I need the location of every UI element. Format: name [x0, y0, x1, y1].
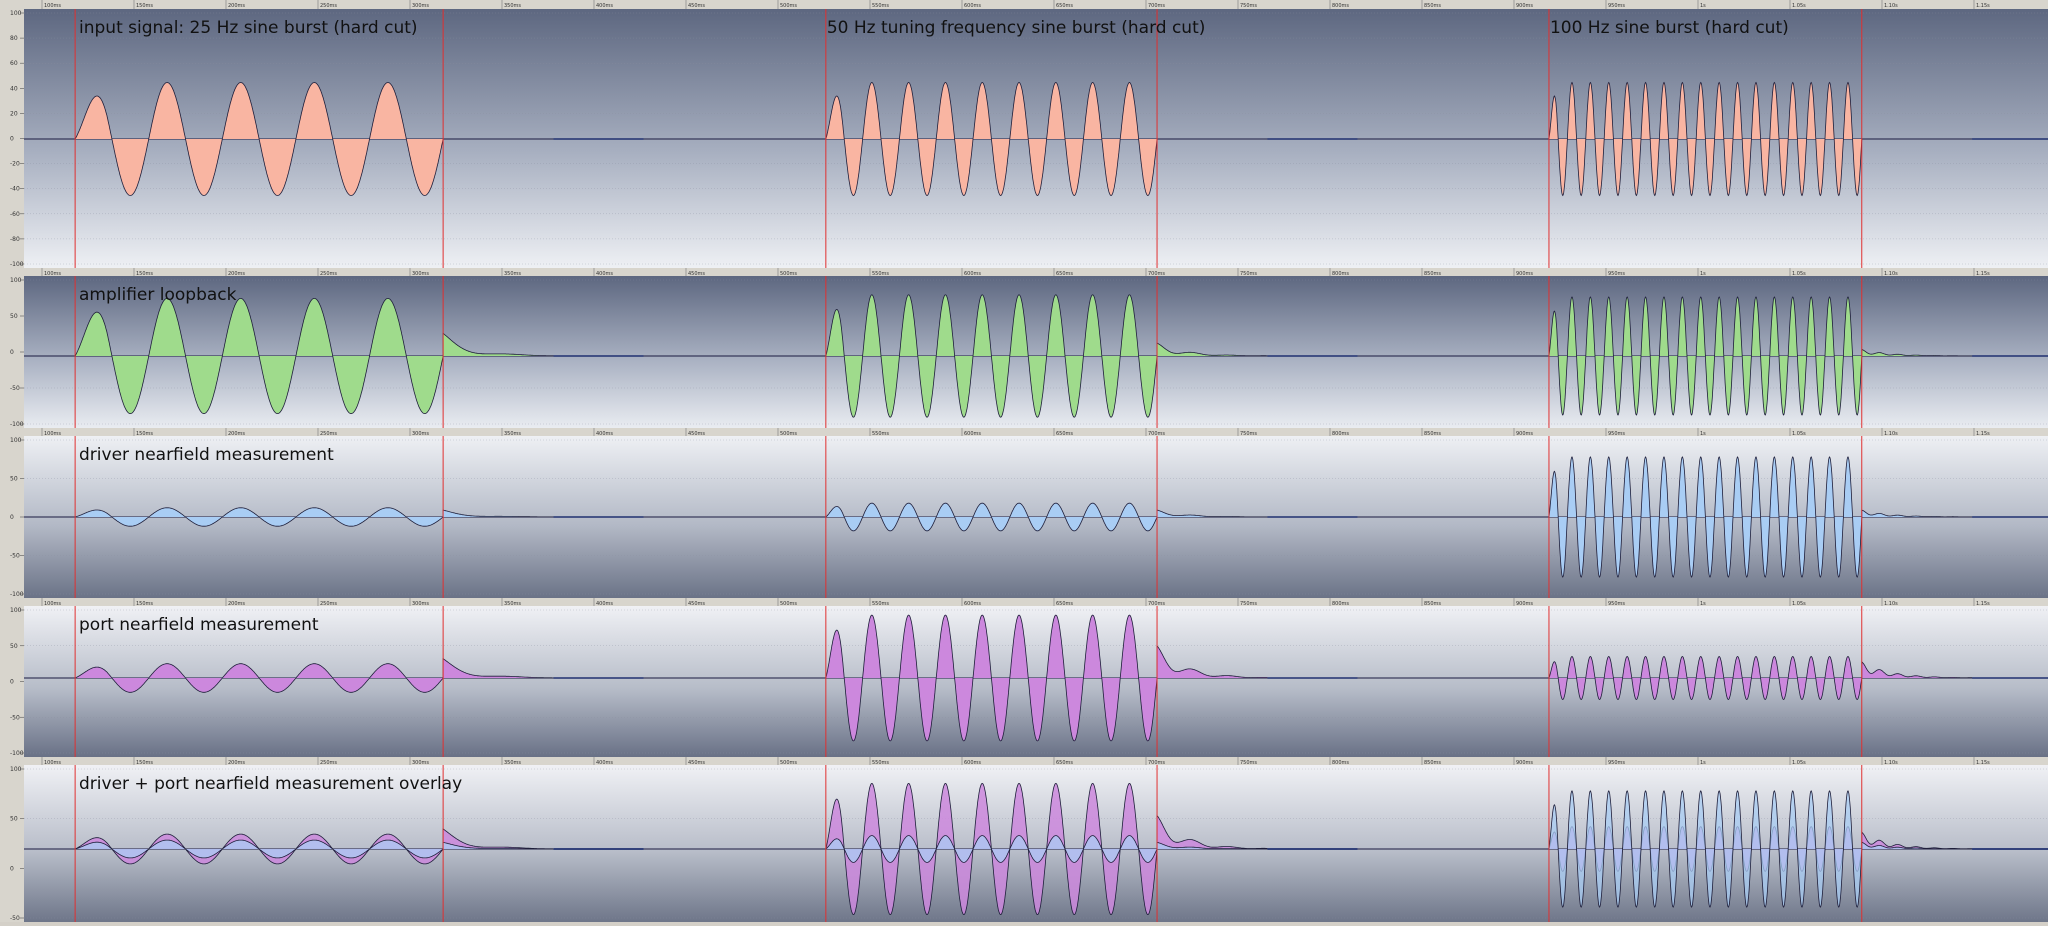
y-tick-label: 50	[10, 643, 18, 650]
y-tick-label: -100	[10, 750, 24, 757]
ruler-label: 500ms	[780, 3, 797, 9]
ruler-label: 550ms	[872, 3, 889, 9]
y-tick-label: 0	[10, 349, 14, 356]
y-tick-label: -50	[10, 385, 20, 392]
track-driver: 100ms 150ms 200ms 250ms 300ms 350ms 400ms 450ms…	[0, 428, 2048, 598]
y-tick-label: 40	[10, 85, 18, 92]
ruler-label: 1s	[1700, 3, 1706, 9]
time-ruler	[0, 0, 2048, 9]
y-tick-label: -50	[10, 714, 20, 721]
ruler-label: 200ms	[228, 3, 245, 9]
y-tick-label: 50	[10, 476, 18, 483]
y-tick-label: 50	[10, 313, 18, 320]
ruler-label: 250ms	[320, 3, 337, 9]
track-title: amplifier loopback	[79, 285, 237, 305]
track-title: driver nearfield measurement	[79, 445, 334, 465]
y-tick-label: 100	[10, 277, 22, 284]
y-tick-label: -50	[10, 553, 20, 560]
burst-label: 100 Hz sine burst (hard cut)	[1550, 18, 1789, 38]
y-tick-label: -100	[10, 421, 24, 428]
y-tick-label: 100	[10, 766, 22, 773]
ruler-label: 100ms	[44, 3, 61, 9]
track-port: 100ms 150ms 200ms 250ms 300ms 350ms 400ms 450ms…	[0, 598, 2048, 757]
ruler-label: 650ms	[1056, 3, 1073, 9]
ruler-label: 850ms	[1424, 3, 1441, 9]
ruler-label: 700ms	[1148, 3, 1165, 9]
track-title: driver + port nearfield measurement over…	[79, 774, 462, 794]
y-tick-label: -40	[10, 186, 20, 193]
y-tick-label: -80	[10, 236, 20, 243]
time-ruler	[0, 268, 2048, 276]
ruler-label: 150ms	[136, 3, 153, 9]
track-title: input signal: 25 Hz sine burst (hard cut…	[79, 18, 418, 38]
burst-label: 50 Hz tuning frequency sine burst (hard …	[827, 18, 1206, 38]
ruler-label: 400ms	[596, 3, 613, 9]
time-ruler	[0, 428, 2048, 436]
y-tick-label: -100	[10, 591, 24, 598]
y-tick-label: 20	[10, 110, 18, 117]
ruler-label: 750ms	[1240, 3, 1257, 9]
y-tick-label: 100	[10, 607, 22, 614]
ruler-label: 600ms	[964, 3, 981, 9]
ruler-label: 950ms	[1608, 3, 1625, 9]
y-tick-label: 0	[10, 865, 14, 872]
track-title: port nearfield measurement	[79, 615, 319, 635]
vertical-scale	[0, 765, 24, 922]
track-input: 100ms 150ms 200ms 250ms 300ms 350ms 400ms 450ms…	[0, 0, 2048, 268]
y-tick-label: 100	[10, 10, 22, 17]
y-tick-label: 0	[10, 679, 14, 686]
ruler-label: 900ms	[1516, 3, 1533, 9]
y-tick-label: 0	[10, 514, 14, 521]
ruler-label: 1.10s	[1884, 3, 1898, 9]
waveform-chart: 100ms 150ms 200ms 250ms 300ms 350ms 400ms 450ms…	[0, 0, 2048, 922]
ruler-label: 1.15s	[1976, 3, 1990, 9]
waveform-window: 100ms 150ms 200ms 250ms 300ms 350ms 400ms 450ms…	[0, 0, 2048, 922]
y-tick-label: -100	[10, 261, 24, 268]
y-tick-label: 100	[10, 437, 22, 444]
ruler-label: 300ms	[412, 3, 429, 9]
track-overlay: 100ms 150ms 200ms 250ms 300ms 350ms 400ms 450ms…	[0, 757, 2048, 922]
ruler-label: 800ms	[1332, 3, 1349, 9]
ruler-label: 1.05s	[1792, 3, 1806, 9]
y-tick-label: -60	[10, 211, 20, 218]
ruler-label: 450ms	[688, 3, 705, 9]
time-ruler	[0, 598, 2048, 606]
y-tick-label: 60	[10, 60, 18, 67]
y-tick-label: 50	[10, 816, 18, 823]
time-ruler	[0, 757, 2048, 765]
y-tick-label: -50	[10, 915, 20, 922]
track-amplifier: 100ms 150ms 200ms 250ms 300ms 350ms 400ms 450ms…	[0, 268, 2048, 428]
ruler-label: 350ms	[504, 3, 521, 9]
y-tick-label: 0	[10, 136, 14, 143]
y-tick-label: -20	[10, 161, 20, 168]
y-tick-label: 80	[10, 35, 18, 42]
